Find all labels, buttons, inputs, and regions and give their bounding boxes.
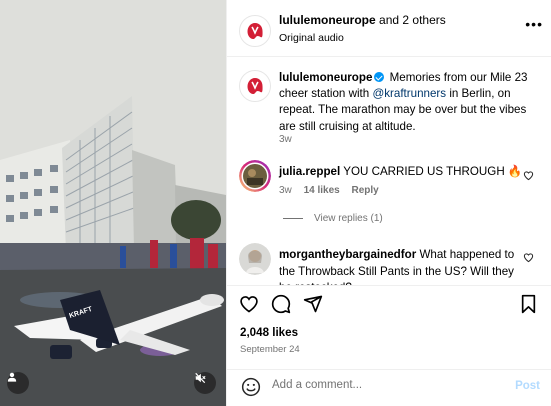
muted-speaker-icon: [195, 372, 206, 384]
comment-body: YOU CARRIED US THROUGH 🔥: [340, 165, 523, 178]
caption-timestamp[interactable]: 3w: [279, 134, 292, 145]
comment-meta: 3w 14 likes Reply: [279, 185, 388, 196]
post-date[interactable]: September 24: [240, 344, 300, 355]
avatar-photo: [239, 160, 271, 192]
caption-mention-link[interactable]: @kraftrunners: [372, 87, 446, 100]
post-media-video[interactable]: KRAFT: [0, 0, 226, 406]
comment-likes[interactable]: 14 likes: [304, 185, 340, 196]
comment-timestamp[interactable]: 3w: [279, 185, 292, 196]
emoji-icon[interactable]: [241, 377, 261, 397]
avatar-photo: [239, 243, 271, 275]
comment-username[interactable]: morgantheybargainedfor: [279, 248, 416, 261]
comment-text: morgantheybargainedfor What happened to …: [279, 247, 529, 285]
add-comment-bar: Post: [227, 369, 551, 406]
user-tag-button[interactable]: [7, 372, 29, 394]
reply-button[interactable]: Reply: [352, 185, 379, 196]
caption-username[interactable]: lululemoneurope: [279, 71, 372, 84]
heart-icon[interactable]: [239, 294, 259, 314]
view-replies-button[interactable]: View replies (1): [283, 213, 383, 224]
share-icon[interactable]: [303, 294, 323, 314]
post-comment-button[interactable]: Post: [515, 380, 540, 392]
comment-text: julia.reppel YOU CARRIED US THROUGH 🔥: [279, 164, 529, 181]
comment-like-heart-icon[interactable]: [523, 170, 534, 181]
replies-divider-line: [283, 218, 303, 219]
comment-username[interactable]: julia.reppel: [279, 165, 340, 178]
view-replies-label: View replies (1): [314, 213, 383, 224]
commenter-avatar[interactable]: [239, 160, 271, 192]
comment-input[interactable]: [272, 379, 502, 391]
post-details-panel: lululemoneurope and 2 others Original au…: [226, 0, 551, 406]
berlin-street-scene: KRAFT: [0, 0, 226, 406]
comment-like-heart-icon[interactable]: [523, 252, 534, 263]
action-icons-row: [239, 294, 323, 314]
mute-button[interactable]: [194, 372, 216, 394]
caption-text: lululemoneurope Memories from our Mile 2…: [279, 70, 544, 135]
comments-scroll-area[interactable]: lululemoneurope Memories from our Mile 2…: [227, 0, 551, 285]
likes-count[interactable]: 2,048 likes: [240, 326, 298, 339]
comment-icon[interactable]: [271, 294, 291, 314]
caption-avatar[interactable]: [239, 70, 271, 102]
commenter-avatar[interactable]: [239, 243, 271, 275]
bookmark-icon[interactable]: [520, 294, 537, 314]
lululemon-logo-icon: [247, 78, 263, 94]
user-tag-icon: [7, 372, 17, 382]
verified-badge-icon: [374, 72, 385, 82]
